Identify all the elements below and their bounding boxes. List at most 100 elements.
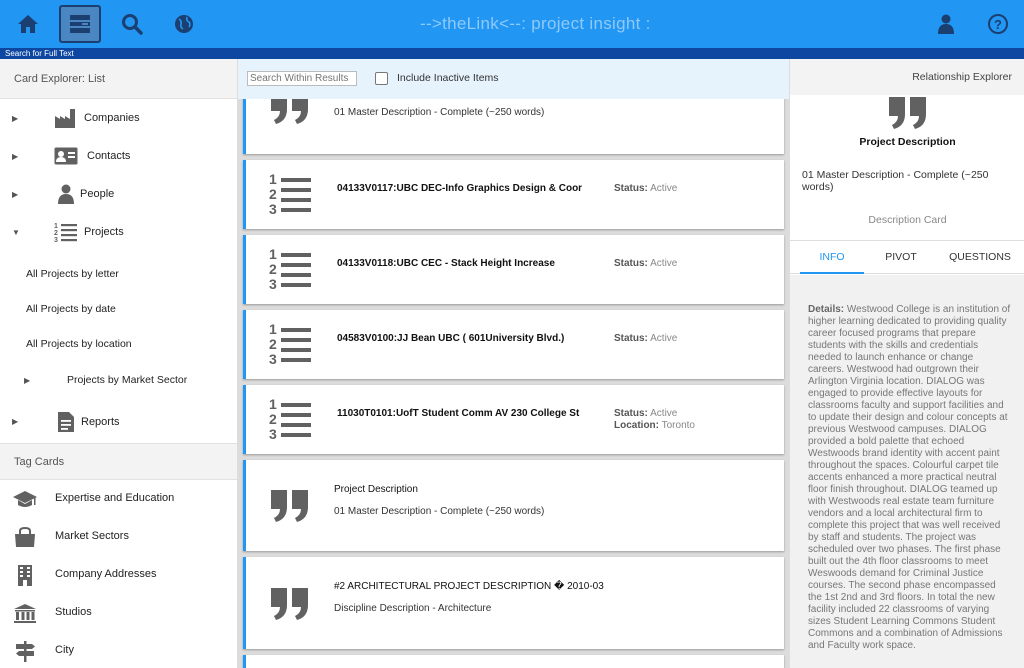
result-card[interactable] xyxy=(243,655,784,668)
tag-item-market-sectors[interactable]: Market Sectors xyxy=(0,518,237,556)
sidebar-item-label: Projects xyxy=(84,226,124,238)
card-explorer-sidebar: Card Explorer: List ▶ Companies ▶ Contac… xyxy=(0,59,238,668)
user-icon xyxy=(938,14,954,34)
card-title: 04583V0100:JJ Bean UBC ( 601University B… xyxy=(337,333,565,344)
sidebar-item-label: Reports xyxy=(81,415,120,428)
svg-text:3: 3 xyxy=(269,426,277,441)
status-value: Active xyxy=(650,258,678,269)
numbered-list-icon: 123 xyxy=(268,322,312,366)
person-icon xyxy=(54,183,78,205)
status-value: Active xyxy=(650,183,678,194)
result-card[interactable]: 123 11030T0101:UofT Student Comm AV 230 … xyxy=(243,385,784,454)
result-card[interactable]: 123 04133V0118:UBC CEC - Stack Height In… xyxy=(243,235,784,304)
tag-item-city[interactable]: City xyxy=(0,632,237,668)
details-label: Details: xyxy=(808,304,845,315)
svg-text:1: 1 xyxy=(269,397,277,412)
svg-text:2: 2 xyxy=(269,336,277,352)
caret-right-icon[interactable]: ▶ xyxy=(12,114,18,123)
sidebar-item-projects[interactable]: ▼ 123 Projects xyxy=(0,213,237,251)
sidebar-item-label: Contacts xyxy=(87,150,131,162)
card-title: 04133V0117:UBC DEC-Info Graphics Design … xyxy=(337,183,583,194)
sidebar-item-label: Companies xyxy=(84,112,140,124)
user-button[interactable] xyxy=(926,6,966,42)
sidebar-item-reports[interactable]: ▶ Reports xyxy=(0,400,237,444)
status-label: Status: xyxy=(614,258,648,269)
card-list-button[interactable] xyxy=(59,5,101,43)
institution-icon xyxy=(12,602,38,624)
svg-text:1: 1 xyxy=(269,322,277,337)
document-icon xyxy=(54,411,78,433)
projects-by-market-sector[interactable]: ▶ Projects by Market Sector xyxy=(0,362,237,400)
svg-text:3: 3 xyxy=(269,351,277,366)
result-card[interactable]: 123 04133V0117:UBC DEC-Info Graphics Des… xyxy=(243,160,784,229)
svg-text:1: 1 xyxy=(54,223,58,230)
svg-text:1: 1 xyxy=(269,247,277,262)
tag-item-expertise[interactable]: Expertise and Education xyxy=(0,480,237,518)
search-icon xyxy=(122,14,143,35)
signpost-icon xyxy=(12,640,38,662)
sidebar-item-label: People xyxy=(80,188,115,200)
details-body: Westwood College is an institution of hi… xyxy=(808,304,1011,651)
search-hint[interactable]: Search for Full Text xyxy=(0,48,1024,59)
tag-label: Company Addresses xyxy=(55,568,157,580)
projects-by-date[interactable]: All Projects by date xyxy=(0,292,237,327)
card-subtitle: 01 Master Description - Complete (~250 w… xyxy=(334,506,545,517)
results-list: 01 Master Description - Complete (~250 w… xyxy=(238,59,789,668)
tab-pivot[interactable]: PIVOT xyxy=(870,241,932,274)
details-text: Details: Westwood College is an institut… xyxy=(808,304,1012,652)
include-inactive-label[interactable]: Include Inactive Items xyxy=(397,72,499,84)
card-title: 11030T0101:UofT Student Comm AV 230 Coll… xyxy=(337,408,580,419)
card-list-icon xyxy=(70,15,90,33)
caret-right-icon[interactable]: ▶ xyxy=(12,417,18,426)
home-button[interactable] xyxy=(8,6,48,42)
tab-questions[interactable]: QUESTIONS xyxy=(940,241,1020,274)
building-icon xyxy=(12,564,38,586)
detail-tabs: INFO PIVOT QUESTIONS xyxy=(790,240,1024,274)
contact-card-icon xyxy=(54,145,78,167)
sidebar-item-people[interactable]: ▶ People xyxy=(0,175,237,213)
detail-card-type: Description Card xyxy=(868,214,947,226)
numbered-list-icon: 123 xyxy=(268,172,312,216)
result-card[interactable]: 123 04583V0100:JJ Bean UBC ( 601Universi… xyxy=(243,310,784,379)
caret-down-icon[interactable]: ▼ xyxy=(12,228,20,237)
status-value: Active xyxy=(650,408,678,419)
tag-label: City xyxy=(55,644,74,656)
detail-description: 01 Master Description - Complete (~250 w… xyxy=(802,169,989,193)
detail-title: Project Description xyxy=(859,136,956,148)
shopping-bag-icon xyxy=(12,526,38,548)
search-within-input[interactable] xyxy=(247,71,357,86)
status-label: Status: xyxy=(614,408,648,419)
result-card[interactable]: Project Description 01 Master Descriptio… xyxy=(243,460,784,551)
card-subtitle: Discipline Description - Architecture xyxy=(334,603,492,614)
globe-button[interactable] xyxy=(164,6,204,42)
help-button[interactable]: ? xyxy=(978,6,1018,42)
sidebar-item-contacts[interactable]: ▶ Contacts xyxy=(0,137,237,175)
card-status: Status: Active xyxy=(614,183,677,195)
location-label: Location: xyxy=(614,420,659,431)
numbered-list-icon: 123 xyxy=(54,221,78,243)
location-value: Toronto xyxy=(661,420,695,431)
caret-right-icon[interactable]: ▶ xyxy=(12,190,18,199)
numbered-list-icon: 123 xyxy=(268,397,312,441)
caret-right-icon[interactable]: ▶ xyxy=(12,152,18,161)
info-panel: Details: Westwood College is an institut… xyxy=(790,275,1024,668)
projects-by-location[interactable]: All Projects by location xyxy=(0,327,237,362)
projects-by-letter[interactable]: All Projects by letter xyxy=(0,257,237,292)
include-inactive-checkbox[interactable] xyxy=(375,72,388,85)
svg-text:2: 2 xyxy=(269,186,277,202)
quote-icon xyxy=(268,582,312,626)
market-sector-label: Projects by Market Sector xyxy=(67,374,188,386)
sidebar-item-companies[interactable]: ▶ Companies xyxy=(0,99,237,137)
card-status: Status: Active xyxy=(614,333,677,345)
app-title: -->theLink<--: project insight : xyxy=(420,14,651,33)
tab-info[interactable]: INFO xyxy=(800,241,864,274)
svg-text:?: ? xyxy=(994,17,1002,32)
status-label: Status: xyxy=(614,183,648,194)
caret-right-icon[interactable]: ▶ xyxy=(24,376,30,385)
svg-text:3: 3 xyxy=(54,237,58,243)
tag-item-studios[interactable]: Studios xyxy=(0,594,237,632)
tag-item-company-addresses[interactable]: Company Addresses xyxy=(0,556,237,594)
search-button[interactable] xyxy=(112,6,152,42)
result-card[interactable]: #2 ARCHITECTURAL PROJECT DESCRIPTION � 2… xyxy=(243,557,784,649)
svg-text:2: 2 xyxy=(269,411,277,427)
